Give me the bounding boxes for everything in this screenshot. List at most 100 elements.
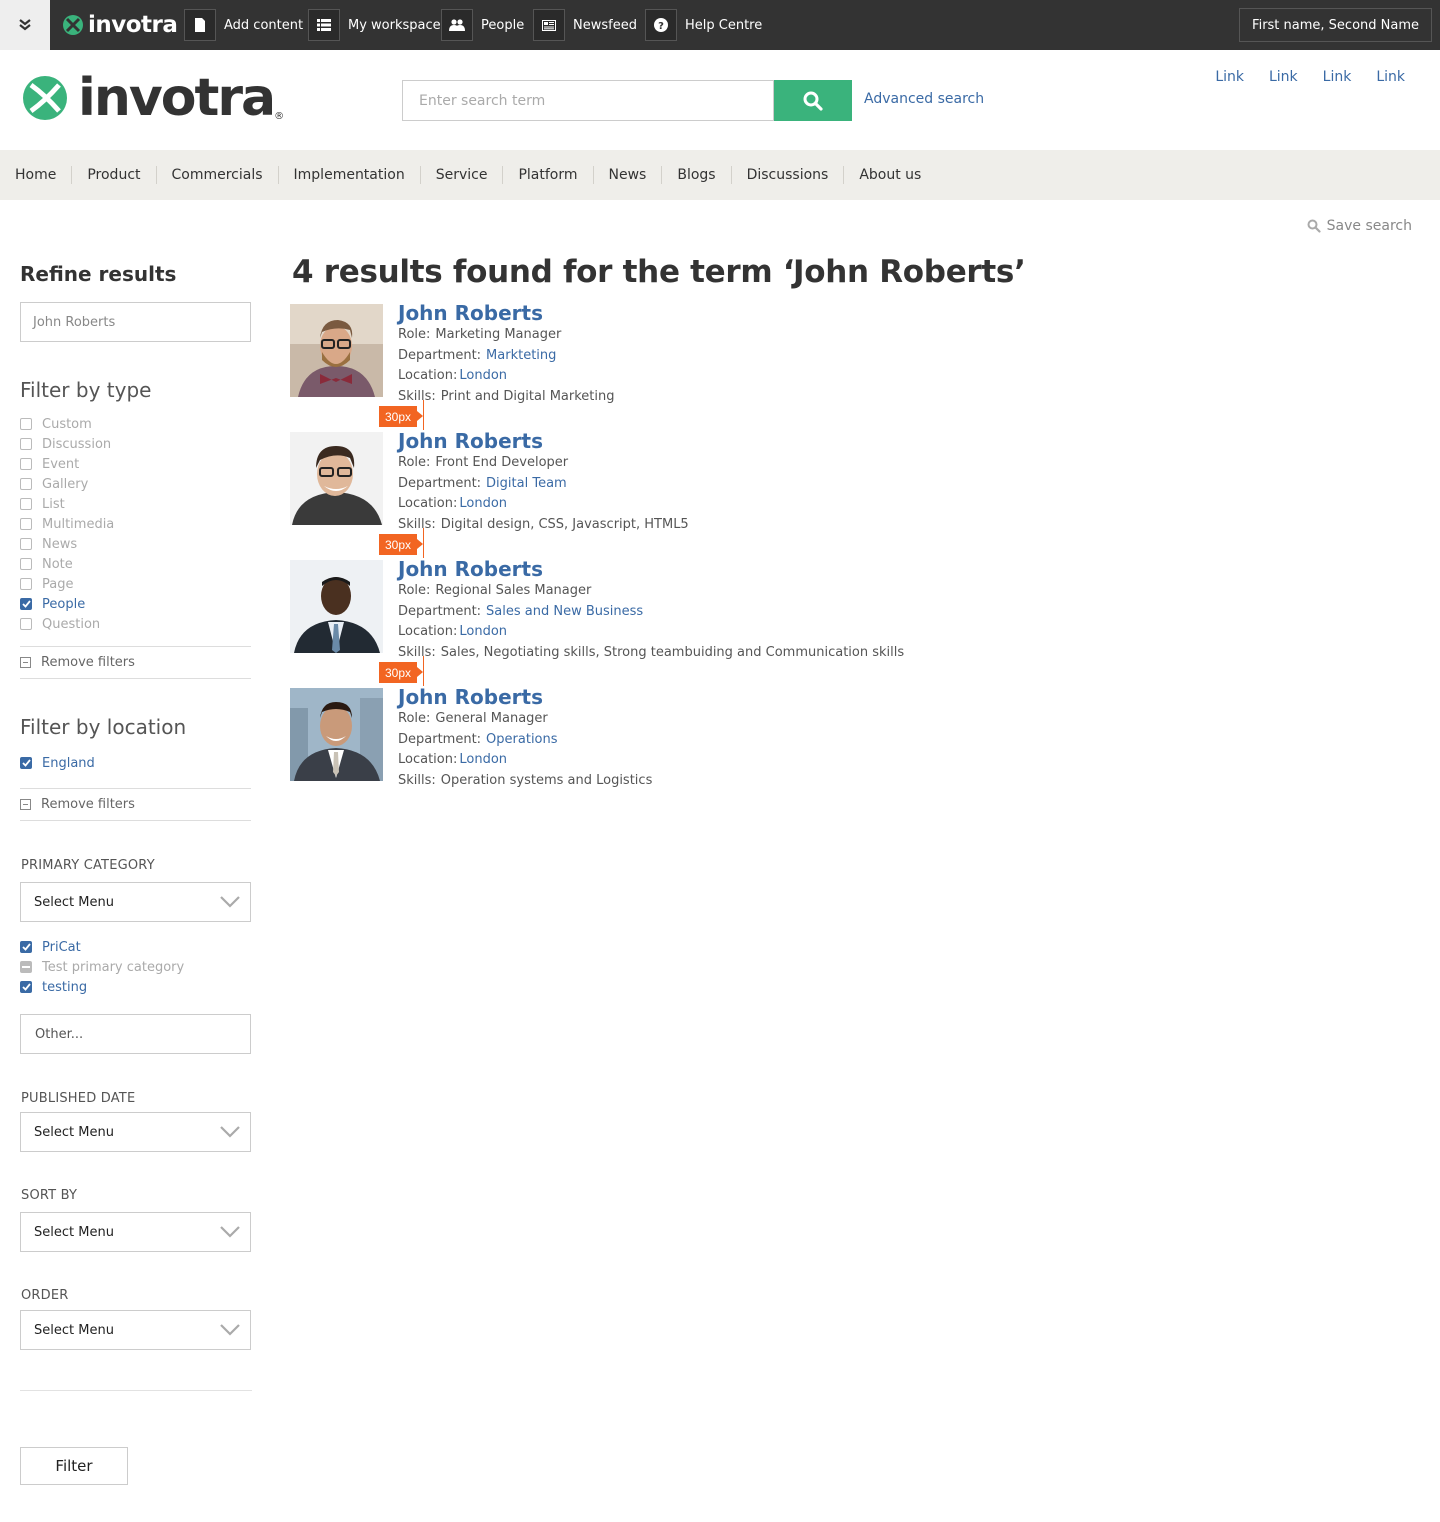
toolbar-brand[interactable]: invotra [62,0,178,50]
spacing-marker: 30px [379,534,423,555]
advanced-search-link[interactable]: Advanced search [864,91,984,107]
result-info: John Roberts Role: Regional Sales Manager… [398,557,904,663]
checkbox[interactable] [20,418,32,430]
result-name-link[interactable]: John Roberts [398,301,615,325]
nav-item-news[interactable]: News [594,166,663,184]
checkbox-label: Gallery [42,476,89,492]
checkbox[interactable] [20,538,32,550]
checkbox-checked[interactable] [20,941,32,953]
primary-category-select[interactable]: Select Menu [20,882,251,922]
location-link[interactable]: London [459,368,507,383]
profile-photo[interactable] [290,560,383,653]
published-date-select[interactable]: Select Menu [20,1112,251,1152]
header-link[interactable]: Link [1269,69,1298,85]
header-link[interactable]: Link [1376,69,1405,85]
nav-item-commercials[interactable]: Commercials [157,166,279,184]
result-role: Role: Regional Sales Manager [398,581,904,602]
nav-item-platform[interactable]: Platform [503,166,594,184]
main-navigation: Home Product Commercials Implementation … [0,150,1440,200]
header-link[interactable]: Link [1215,69,1244,85]
header-link[interactable]: Link [1323,69,1352,85]
type-filter-custom[interactable]: Custom [20,414,251,434]
checkbox[interactable] [20,518,32,530]
filter-button[interactable]: Filter [20,1447,128,1485]
nav-item-implementation[interactable]: Implementation [279,166,421,184]
checkbox[interactable] [20,498,32,510]
order-select[interactable]: Select Menu [20,1310,251,1350]
skills-label: Skills: [398,772,436,788]
user-menu-button[interactable]: First name, Second Name [1239,8,1432,42]
type-filter-note[interactable]: Note [20,554,251,574]
nav-item-about-us[interactable]: About us [844,166,936,184]
save-search-link[interactable]: Save search [1307,218,1412,234]
search-button[interactable] [774,80,852,121]
spacing-marker-line [423,400,424,430]
toolbar-toggle-button[interactable] [0,0,50,50]
profile-photo[interactable] [290,304,383,397]
category-testing[interactable]: testing [20,977,251,997]
published-date-label: PUBLISHED DATE [21,1091,136,1106]
toolbar-add-content[interactable]: Add content [184,0,303,50]
remove-type-filters-button[interactable]: Remove filters [20,646,251,679]
type-filter-list[interactable]: List [20,494,251,514]
remove-location-filters-button[interactable]: Remove filters [20,788,251,821]
search-input[interactable] [402,80,774,121]
type-filter-people[interactable]: People [20,594,251,614]
result-name-link[interactable]: John Roberts [398,429,689,453]
result-role: Role: Marketing Manager [398,325,615,346]
location-link[interactable]: London [459,496,507,511]
remove-filters-label: Remove filters [41,655,135,670]
nav-item-product[interactable]: Product [72,166,157,184]
nav-item-discussions[interactable]: Discussions [732,166,845,184]
type-filter-news[interactable]: News [20,534,251,554]
type-filter-event[interactable]: Event [20,454,251,474]
toolbar-my-workspace[interactable]: My workspace [308,0,441,50]
location-link[interactable]: London [459,752,507,767]
checkbox-partial[interactable] [20,961,32,973]
checkbox[interactable] [20,458,32,470]
toolbar-brand-text: invotra [88,12,178,38]
checkbox[interactable] [20,438,32,450]
newspaper-icon [533,9,565,41]
result-name-link[interactable]: John Roberts [398,557,904,581]
category-list: PriCat Test primary category testing [20,937,251,997]
toolbar-people[interactable]: People [441,0,524,50]
checkbox-checked[interactable] [20,598,32,610]
department-label: Department: [398,731,482,747]
type-filter-question[interactable]: Question [20,614,251,634]
location-filter-england[interactable]: England [20,753,251,773]
checkbox-checked[interactable] [20,757,32,769]
profile-photo[interactable] [290,432,383,525]
toolbar-newsfeed[interactable]: Newsfeed [533,0,637,50]
type-filter-multimedia[interactable]: Multimedia [20,514,251,534]
profile-photo[interactable] [290,688,383,781]
other-category-input[interactable]: Other... [20,1014,251,1054]
result-name-link[interactable]: John Roberts [398,685,652,709]
result-info: John Roberts Role: General Manager Depart… [398,685,652,791]
department-link[interactable]: Digital Team [486,476,567,491]
role-value: General Manager [435,711,548,726]
refine-search-input[interactable]: John Roberts [20,302,251,342]
sort-by-select[interactable]: Select Menu [20,1212,251,1252]
checkbox-checked[interactable] [20,981,32,993]
type-filter-page[interactable]: Page [20,574,251,594]
department-link[interactable]: Sales and New Business [486,604,643,619]
department-link[interactable]: Markteting [486,348,556,363]
site-logo[interactable]: invotra ® [22,72,284,124]
nav-item-blogs[interactable]: Blogs [662,166,732,184]
category-test-primary[interactable]: Test primary category [20,957,251,977]
location-link[interactable]: London [459,624,507,639]
type-filter-discussion[interactable]: Discussion [20,434,251,454]
nav-item-home[interactable]: Home [0,166,73,184]
select-value: Select Menu [34,1224,114,1240]
category-pricat[interactable]: PriCat [20,937,251,957]
checkbox[interactable] [20,578,32,590]
checkbox[interactable] [20,618,32,630]
checkbox[interactable] [20,558,32,570]
type-filter-gallery[interactable]: Gallery [20,474,251,494]
checkbox[interactable] [20,478,32,490]
toolbar-help-centre[interactable]: ? Help Centre [645,0,762,50]
result-location: Location: London [398,750,652,771]
department-link[interactable]: Operations [486,732,557,747]
nav-item-service[interactable]: Service [421,166,504,184]
